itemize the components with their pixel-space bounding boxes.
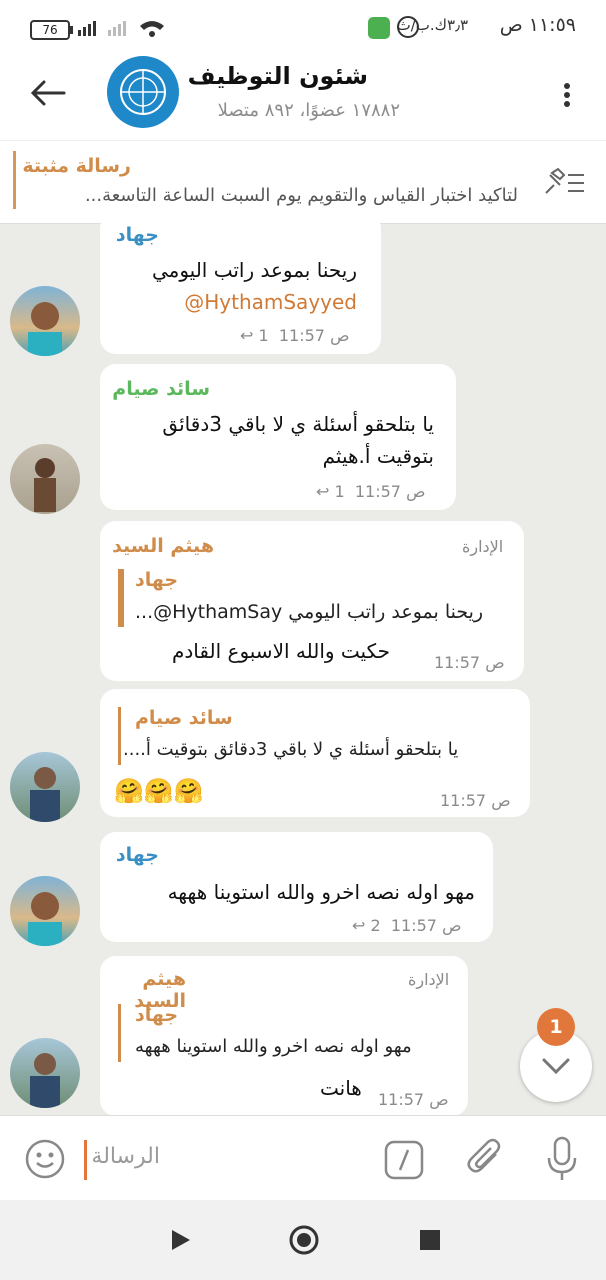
avatar[interactable]: [10, 286, 80, 356]
reply-arrow-icon[interactable]: ↩: [240, 326, 259, 345]
message-text: يا بتلحقو أسئلة ي لا باقي 3دقائق: [162, 412, 434, 436]
message-bubble[interactable]: سائد صيام يا بتلحقو أسئلة ي لا باقي 3دقا…: [100, 364, 456, 510]
message-bubble[interactable]: سائد صيام يا بتلحقو أسئلة ي لا باقي 3دقا…: [100, 689, 530, 817]
home-circle-icon[interactable]: [288, 1224, 320, 1256]
reply-arrow-icon[interactable]: ↩: [316, 482, 335, 501]
pinned-message-bar[interactable]: رسالة مثبتة لتاكيد اختبار القياس والتقوي…: [0, 140, 606, 224]
message-text: ريحنا بموعد راتب اليومي: [151, 258, 357, 282]
mention-link[interactable]: HythamSayyed@: [184, 290, 357, 314]
message-bubble[interactable]: جهاد مهو اوله نصه اخرو والله استوينا ههه…: [100, 832, 493, 942]
message-text: حكيت والله الاسبوع القادم: [172, 639, 390, 663]
message-time: 11:57 ص: [434, 653, 505, 672]
message-text: بتوقيت أ.هيثم: [322, 444, 434, 468]
emoji-icon[interactable]: [24, 1138, 66, 1180]
system-navigation-bar: [0, 1200, 606, 1280]
sender-name[interactable]: جهاد: [116, 224, 159, 246]
sender-name[interactable]: جهاد: [116, 844, 159, 866]
pinned-indicator: [13, 151, 16, 209]
message-time: 11:57 ص: [440, 791, 511, 810]
message-bubble[interactable]: جهاد ريحنا بموعد راتب اليومي HythamSayye…: [100, 222, 381, 354]
clock: ١١:٥٩ ص: [499, 14, 576, 36]
reply-quote[interactable]: جهاد ريحنا بموعد راتب اليومي HythamSay@.…: [118, 569, 506, 627]
group-members-count: ١٧٨٨٢ عضوًا، ٨٩٢ متصلا: [217, 100, 400, 121]
sender-name[interactable]: هيثم السيد: [112, 535, 214, 557]
emoji-text: 🤗🤗🤗: [114, 777, 204, 805]
pin-list-icon[interactable]: [542, 167, 586, 197]
message-meta: ↩ 1 11:57 ص: [240, 326, 350, 345]
avatar[interactable]: [10, 1038, 80, 1108]
chat-header: شئون التوظيف ١٧٨٨٢ عضوًا، ٨٩٢ متصلا: [0, 48, 606, 140]
message-bubble[interactable]: هيثم السيد الإدارة جهاد مهو اوله نصه اخر…: [100, 956, 468, 1115]
avatar[interactable]: [10, 876, 80, 946]
avatar[interactable]: [10, 444, 80, 514]
pinned-text: لتاكيد اختبار القياس والتقويم يوم السبت …: [84, 185, 518, 206]
message-input[interactable]: الرسالة: [91, 1144, 160, 1169]
bot-commands-icon[interactable]: [384, 1140, 424, 1180]
message-composer: الرسالة: [0, 1115, 606, 1201]
quote-text: يا بتلحقو أسئلة ي لا باقي 3دقائق بتوقيت …: [123, 739, 459, 760]
reply-arrow-icon[interactable]: ↩: [352, 916, 371, 935]
message-bubble[interactable]: هيثم السيد الإدارة جهاد ريحنا بموعد راتب…: [100, 521, 524, 681]
back-arrow-icon[interactable]: [28, 78, 68, 108]
back-triangle-icon[interactable]: [170, 1228, 192, 1252]
avatar[interactable]: [10, 752, 80, 822]
group-title[interactable]: شئون التوظيف: [188, 62, 368, 90]
message-meta: ↩ 2 11:57 ص: [352, 916, 462, 935]
microphone-icon[interactable]: [546, 1136, 578, 1182]
quote-text: مهو اوله نصه اخرو والله استوينا هههه: [135, 1036, 412, 1057]
sender-name[interactable]: سائد صيام: [112, 378, 210, 400]
more-menu-icon[interactable]: [564, 80, 570, 110]
quote-text: ريحنا بموعد راتب اليومي HythamSay@...: [135, 601, 484, 623]
message-time: 11:57 ص: [378, 1090, 449, 1109]
admin-badge: الإدارة: [408, 970, 450, 989]
text-caret: [84, 1140, 87, 1180]
reply-quote[interactable]: جهاد مهو اوله نصه اخرو والله استوينا ههه…: [118, 1004, 454, 1062]
recents-square-icon[interactable]: [420, 1230, 440, 1250]
network-speed: ٣٫٣ك.ب/ث: [396, 16, 468, 34]
quote-sender: جهاد: [135, 569, 179, 591]
unread-count-badge: 1: [537, 1008, 575, 1046]
reply-quote[interactable]: سائد صيام يا بتلحقو أسئلة ي لا باقي 3دقا…: [118, 707, 516, 765]
app-notification-icon: [368, 17, 390, 39]
message-meta: ↩ 1 11:57 ص: [316, 482, 426, 501]
attach-icon[interactable]: [466, 1138, 506, 1180]
pinned-label: رسالة مثبتة: [22, 155, 131, 177]
quote-sender: سائد صيام: [135, 707, 233, 729]
admin-badge: الإدارة: [462, 537, 504, 556]
message-text: هانت: [320, 1076, 362, 1100]
message-text: مهو اوله نصه اخرو والله استوينا هههه: [167, 880, 475, 904]
signal-icon: [78, 21, 164, 37]
group-avatar[interactable]: [107, 56, 179, 128]
battery-icon: 76: [30, 20, 73, 40]
quote-sender: جهاد: [135, 1004, 179, 1026]
message-list[interactable]: جهاد ريحنا بموعد راتب اليومي HythamSayye…: [0, 222, 606, 1115]
